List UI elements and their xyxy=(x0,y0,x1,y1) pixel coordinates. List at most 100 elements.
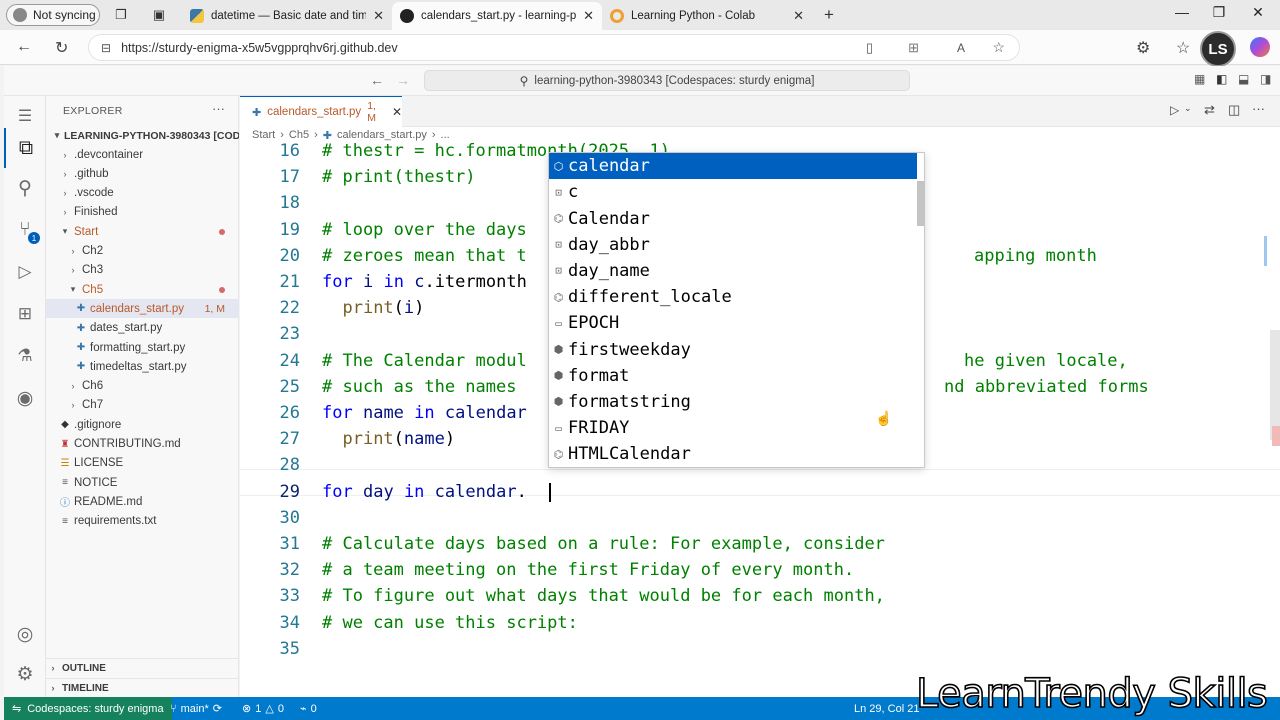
minimize-icon[interactable]: — xyxy=(1162,4,1202,20)
run-options-chevron-icon[interactable]: ⌄ xyxy=(1184,103,1192,114)
cursor-position[interactable]: Ln 29, Col 21 xyxy=(854,697,919,720)
code-line[interactable]: 29 for day in calendar. xyxy=(240,479,1280,505)
suggestion-item[interactable]: ⬢ formatstring xyxy=(549,389,917,415)
command-center[interactable]: ⚲ learning-python-3980343 [Codespaces: s… xyxy=(424,70,910,91)
new-tab-icon[interactable]: + xyxy=(818,4,840,26)
timeline-section[interactable]: › TIMELINE xyxy=(46,678,239,697)
code-line[interactable]: 34 # we can use this script: xyxy=(240,610,1280,636)
customize-layout-icon[interactable]: ▦ xyxy=(1194,72,1205,86)
autocomplete-suggest-widget[interactable]: ⬡ calendar ⊡ c ⌬ Calendar ⊡ day_abbr ⊡ day_name ⌬ d… xyxy=(548,152,925,468)
explorer-icon[interactable]: ⧉ xyxy=(4,128,46,168)
explorer-item[interactable]: ☰ LICENSE xyxy=(46,454,239,473)
suggestion-item[interactable]: ⌬ different_locale xyxy=(549,284,917,310)
back-icon[interactable]: ← xyxy=(16,38,32,56)
code-line[interactable]: 33 # To figure out what days that would b… xyxy=(240,583,1280,609)
suggestion-item[interactable]: ⬡ calendar xyxy=(549,153,917,180)
explorer-item[interactable]: ⓘ README.md xyxy=(46,492,239,511)
explorer-item[interactable]: › .github xyxy=(46,164,239,183)
suggestion-item[interactable]: ▭ EPOCH xyxy=(549,310,917,336)
browser-tab-datetime[interactable]: datetime — Basic date and time t ✕ xyxy=(182,2,392,30)
explorer-item[interactable]: ✚ timedeltas_start.py xyxy=(46,357,239,376)
explorer-item[interactable]: ▾ Ch5 xyxy=(46,280,239,299)
browser-tab-colab[interactable]: Learning Python - Colab ✕ xyxy=(602,2,812,30)
branch-status[interactable]: ⑂ main* ⟳ xyxy=(170,697,222,720)
explorer-item[interactable]: › Finished xyxy=(46,203,239,222)
code-line[interactable]: 30 xyxy=(240,505,1280,531)
refresh-icon[interactable]: ↻ xyxy=(55,38,68,58)
explorer-item[interactable]: ◆ .gitignore xyxy=(46,415,239,434)
explorer-item[interactable]: ▾ Start xyxy=(46,222,239,241)
explorer-item[interactable]: › Ch7 xyxy=(46,396,239,415)
extensions-icon[interactable]: ⚙ xyxy=(1136,38,1150,58)
address-bar[interactable]: ⊟ https://sturdy-enigma-x5w5vgpprqhv6rj.… xyxy=(88,34,1020,61)
more-actions-icon[interactable]: ··· xyxy=(1252,101,1265,116)
suggestion-label: day_name xyxy=(568,260,650,281)
code-line[interactable]: 32 # a team meeting on the first Friday o… xyxy=(240,557,1280,583)
explorer-item[interactable]: › Ch3 xyxy=(46,261,239,280)
suggestion-item[interactable]: ⬢ firstweekday xyxy=(549,336,917,362)
copilot-icon[interactable] xyxy=(1250,37,1270,57)
toggle-primary-sidebar-icon[interactable]: ◧ xyxy=(1216,72,1227,86)
favorite-star-icon[interactable]: ☆ xyxy=(992,39,1005,56)
extensions-icon[interactable]: ⊞ xyxy=(4,294,46,334)
source-control-icon[interactable]: ⑂ 1 xyxy=(4,210,46,250)
site-info-icon[interactable]: ⊟ xyxy=(101,41,111,55)
suggestion-item[interactable]: ⬢ format xyxy=(549,363,917,389)
more-actions-icon[interactable]: ··· xyxy=(212,101,225,116)
tab-actions-icon[interactable]: ▣ xyxy=(148,4,170,26)
manage-gear-icon[interactable]: ⚙ xyxy=(4,654,46,694)
python-icon xyxy=(190,9,204,23)
profile-button[interactable]: Not syncing xyxy=(6,4,100,26)
open-changes-icon[interactable]: ⇄ xyxy=(1204,102,1215,118)
toggle-panel-icon[interactable]: ⬓ xyxy=(1238,72,1249,86)
go-back-icon[interactable]: ← xyxy=(370,72,384,88)
explorer-item[interactable]: ≡ NOTICE xyxy=(46,473,239,492)
workspaces-icon[interactable]: ❐ xyxy=(110,4,132,26)
explorer-root-folder[interactable]: ▾ LEARNING-PYTHON-3980343 [CODE... xyxy=(46,126,239,145)
suggestion-item[interactable]: ⊡ day_abbr xyxy=(549,232,917,258)
read-aloud-icon[interactable]: A xyxy=(957,41,965,55)
close-tab-icon[interactable]: ✕ xyxy=(793,8,804,24)
suggestion-item[interactable]: ⊡ c xyxy=(549,179,917,205)
close-tab-icon[interactable]: ✕ xyxy=(392,105,402,119)
explorer-item[interactable]: ✚ formatting_start.py xyxy=(46,338,239,357)
explorer-item[interactable]: › .devcontainer xyxy=(46,145,239,164)
search-icon[interactable]: ⚲ xyxy=(4,168,46,208)
browser-tab-github[interactable]: calendars_start.py - learning-pyth ✕ xyxy=(392,2,602,30)
github-icon[interactable]: ◉ xyxy=(4,378,46,418)
explorer-item[interactable]: ✚ calendars_start.py 1, M xyxy=(46,299,239,319)
explorer-item[interactable]: › Ch2 xyxy=(46,242,239,261)
accounts-icon[interactable]: ◎ xyxy=(4,614,46,654)
apps-icon[interactable]: ⊞ xyxy=(908,40,919,56)
maximize-icon[interactable]: ❐ xyxy=(1199,4,1239,21)
suggestion-item[interactable]: ⊡ day_name xyxy=(549,258,917,284)
ports-status[interactable]: ⌁ 0 xyxy=(300,697,317,720)
run-debug-icon[interactable]: ▷ xyxy=(4,252,46,292)
explorer-item[interactable]: ♜ CONTRIBUTING.md xyxy=(46,435,239,454)
close-tab-icon[interactable]: ✕ xyxy=(583,8,594,24)
explorer-item[interactable]: ✚ dates_start.py xyxy=(46,319,239,338)
suggestion-item[interactable]: ▭ FRIDAY xyxy=(549,415,917,441)
outline-section[interactable]: › OUTLINE xyxy=(46,658,239,677)
editor-tab-calendars-start[interactable]: ✚ calendars_start.py 1, M ✕ xyxy=(240,96,402,127)
close-window-icon[interactable]: ✕ xyxy=(1238,4,1278,21)
problems-status[interactable]: ⊗ 1 △ 0 xyxy=(242,697,284,720)
code-line[interactable]: 35 xyxy=(240,636,1280,662)
explorer-item[interactable]: › .vscode xyxy=(46,184,239,203)
editor-scrollbar[interactable] xyxy=(1270,330,1280,440)
suggestion-item[interactable]: ⌬ Calendar xyxy=(549,205,917,231)
sidebar-toggle-icon[interactable]: ▯ xyxy=(866,40,873,56)
code-line[interactable]: 31 # Calculate days based on a rule: For … xyxy=(240,531,1280,557)
suggest-scrollbar[interactable] xyxy=(917,181,925,226)
testing-icon[interactable]: ⚗ xyxy=(4,336,46,376)
toggle-secondary-sidebar-icon[interactable]: ◨ xyxy=(1260,72,1271,86)
run-file-icon[interactable]: ▷ xyxy=(1170,103,1179,117)
split-editor-icon[interactable]: ◫ xyxy=(1228,102,1240,118)
go-forward-icon[interactable]: → xyxy=(396,72,410,88)
suggestion-item[interactable]: ⌬ HTMLCalendar xyxy=(549,441,917,467)
explorer-item[interactable]: ≡ requirements.txt xyxy=(46,512,239,531)
close-tab-icon[interactable]: ✕ xyxy=(373,8,384,24)
explorer-item[interactable]: › Ch6 xyxy=(46,377,239,396)
favorites-icon[interactable]: ☆ xyxy=(1176,38,1190,58)
remote-indicator[interactable]: ⇋ Codespaces: sturdy enigma xyxy=(4,697,172,720)
